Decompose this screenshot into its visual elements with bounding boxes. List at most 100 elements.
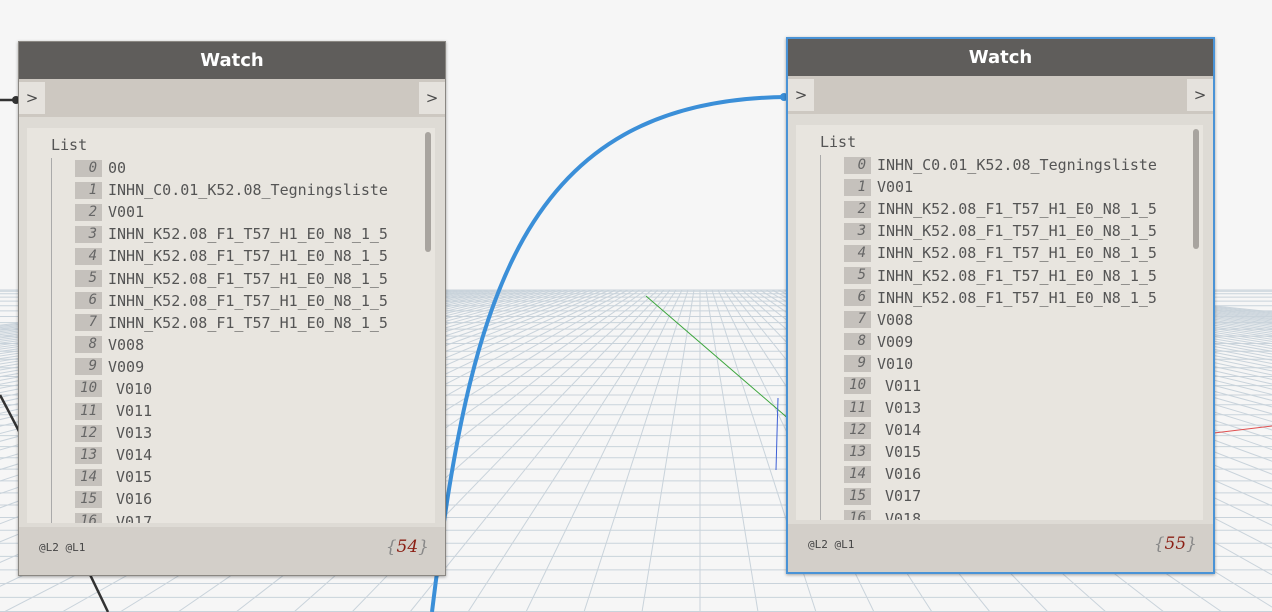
list-item-value: INHN_K52.08_F1_T57_H1_E0_N8_1_5 <box>877 200 1157 219</box>
watch-preview-area[interactable]: List 0 00 1 INHN_C0.01_K52.08_Tegningsliste… <box>27 128 435 523</box>
node-title[interactable]: Watch <box>19 42 445 79</box>
tree-line <box>51 158 52 523</box>
list-item[interactable]: 1 INHN_C0.01_K52.08_Tegningsliste <box>75 179 419 201</box>
list-item-value: V009 <box>877 332 914 351</box>
list-item-index: 12 <box>75 424 102 442</box>
input-port[interactable]: > <box>19 82 45 114</box>
watch-node-right[interactable]: Watch > > List 0 INHN_C0.01_K52.08_Tegnin… <box>786 37 1215 574</box>
list-item[interactable]: 16 V017 <box>75 511 419 523</box>
list-item-value: INHN_K52.08_F1_T57_H1_E0_N8_1_5 <box>877 244 1157 263</box>
list-item[interactable]: 4 INHN_K52.08_F1_T57_H1_E0_N8_1_5 <box>75 245 419 267</box>
scrollbar[interactable] <box>425 132 431 252</box>
list-item-value: V014 <box>116 446 153 465</box>
list-item-value: V017 <box>116 512 153 523</box>
list-item-index: 7 <box>75 314 102 332</box>
list-item[interactable]: 1 V001 <box>844 176 1187 198</box>
list-item[interactable]: 2 INHN_K52.08_F1_T57_H1_E0_N8_1_5 <box>844 198 1187 220</box>
list-item[interactable]: 3 INHN_K52.08_F1_T57_H1_E0_N8_1_5 <box>75 223 419 245</box>
list-item-index: 3 <box>75 225 102 243</box>
output-port[interactable]: > <box>1187 79 1213 111</box>
list-item[interactable]: 3 INHN_K52.08_F1_T57_H1_E0_N8_1_5 <box>844 220 1187 242</box>
list-item-index: 11 <box>75 402 102 420</box>
list-item-index: 5 <box>844 267 871 285</box>
node-title[interactable]: Watch <box>788 39 1213 76</box>
list-item[interactable]: 12 V013 <box>75 422 419 444</box>
list-item-index: 5 <box>75 270 102 288</box>
list-item-index: 15 <box>844 487 871 505</box>
list-item[interactable]: 0 INHN_C0.01_K52.08_Tegningsliste <box>844 154 1187 176</box>
list-item[interactable]: 11 V013 <box>844 397 1187 419</box>
list-item[interactable]: 13 V015 <box>844 441 1187 463</box>
list-item[interactable]: 5 INHN_K52.08_F1_T57_H1_E0_N8_1_5 <box>75 267 419 289</box>
list-item[interactable]: 10 V011 <box>844 375 1187 397</box>
list-item-value: V015 <box>885 443 922 462</box>
list-item-value: V001 <box>108 203 145 222</box>
port-bar: > > <box>788 76 1213 114</box>
port-bar: > > <box>19 79 445 117</box>
list-item-index: 4 <box>844 244 871 262</box>
list-item[interactable]: 16 V018 <box>844 508 1187 520</box>
item-count: {54} <box>386 537 429 557</box>
list-item-value: INHN_K52.08_F1_T57_H1_E0_N8_1_5 <box>108 269 388 288</box>
list-items: 0 00 1 INHN_C0.01_K52.08_Tegningsliste 2 V001… <box>75 157 419 523</box>
list-item[interactable]: 2 V001 <box>75 201 419 223</box>
list-item-value: 00 <box>108 159 127 178</box>
watch-preview-area[interactable]: List 0 INHN_C0.01_K52.08_Tegningsliste 1 V0… <box>796 125 1203 520</box>
count-brace-close: } <box>418 537 429 557</box>
list-item[interactable]: 15 V016 <box>75 488 419 510</box>
list-item[interactable]: 4 INHN_K52.08_F1_T57_H1_E0_N8_1_5 <box>844 242 1187 264</box>
list-item[interactable]: 9 V009 <box>75 356 419 378</box>
list-item[interactable]: 0 00 <box>75 157 419 179</box>
list-item-value: INHN_C0.01_K52.08_Tegningsliste <box>108 181 388 200</box>
list-levels[interactable]: @L2 @L1 <box>39 541 85 554</box>
list-item-index: 8 <box>844 333 871 351</box>
list-item[interactable]: 8 V009 <box>844 331 1187 353</box>
input-port[interactable]: > <box>788 79 814 111</box>
list-item[interactable]: 11 V011 <box>75 400 419 422</box>
list-item-index: 14 <box>844 465 871 483</box>
output-port[interactable]: > <box>419 82 445 114</box>
list-item[interactable]: 14 V015 <box>75 466 419 488</box>
list-item-value: INHN_K52.08_F1_T57_H1_E0_N8_1_5 <box>108 313 388 332</box>
list-item[interactable]: 7 INHN_K52.08_F1_T57_H1_E0_N8_1_5 <box>75 312 419 334</box>
list-item[interactable]: 9 V010 <box>844 353 1187 375</box>
list-item[interactable]: 12 V014 <box>844 419 1187 441</box>
watch-node-left[interactable]: Watch > > List 0 00 1 INHN_C0.01_K52.08_Teg… <box>18 41 446 576</box>
list-item-value: V011 <box>885 376 922 395</box>
list-item-index: 8 <box>75 336 102 354</box>
list-item-index: 13 <box>75 446 102 464</box>
list-item-value: V014 <box>885 421 922 440</box>
list-item[interactable]: 15 V017 <box>844 485 1187 507</box>
list-item[interactable]: 6 INHN_K52.08_F1_T57_H1_E0_N8_1_5 <box>75 290 419 312</box>
list-item-value: V010 <box>116 379 153 398</box>
list-item[interactable]: 6 INHN_K52.08_F1_T57_H1_E0_N8_1_5 <box>844 287 1187 309</box>
list-item-value: INHN_C0.01_K52.08_Tegningsliste <box>877 156 1157 175</box>
list-item[interactable]: 14 V016 <box>844 463 1187 485</box>
list-item[interactable]: 13 V014 <box>75 444 419 466</box>
list-item-value: INHN_K52.08_F1_T57_H1_E0_N8_1_5 <box>877 266 1157 285</box>
list-item-index: 2 <box>844 200 871 218</box>
list-item-value: V018 <box>885 509 922 520</box>
node-footer: @L2 @L1 {54} <box>19 527 445 575</box>
list-item-index: 1 <box>844 178 871 196</box>
count-brace-open: { <box>385 537 397 557</box>
scrollbar[interactable] <box>1193 129 1199 249</box>
list-item[interactable]: 8 V008 <box>75 334 419 356</box>
list-item-value: V010 <box>877 354 914 373</box>
list-item-index: 2 <box>75 203 102 221</box>
list-item[interactable]: 7 V008 <box>844 309 1187 331</box>
list-item-index: 12 <box>844 421 871 439</box>
list-item-value: INHN_K52.08_F1_T57_H1_E0_N8_1_5 <box>108 247 388 266</box>
list-item-index: 10 <box>75 380 102 398</box>
list-item-index: 15 <box>75 490 102 508</box>
list-item-index: 16 <box>844 510 871 520</box>
list-item-value: INHN_K52.08_F1_T57_H1_E0_N8_1_5 <box>877 222 1157 241</box>
list-levels[interactable]: @L2 @L1 <box>808 538 854 551</box>
list-item-value: V017 <box>885 487 922 506</box>
count-brace-open: { <box>1153 534 1165 554</box>
list-item[interactable]: 5 INHN_K52.08_F1_T57_H1_E0_N8_1_5 <box>844 264 1187 286</box>
list-item[interactable]: 10 V010 <box>75 378 419 400</box>
list-item-index: 6 <box>844 289 871 307</box>
item-count: {55} <box>1154 534 1197 554</box>
list-items: 0 INHN_C0.01_K52.08_Tegningsliste 1 V001 2 IN… <box>844 154 1187 520</box>
